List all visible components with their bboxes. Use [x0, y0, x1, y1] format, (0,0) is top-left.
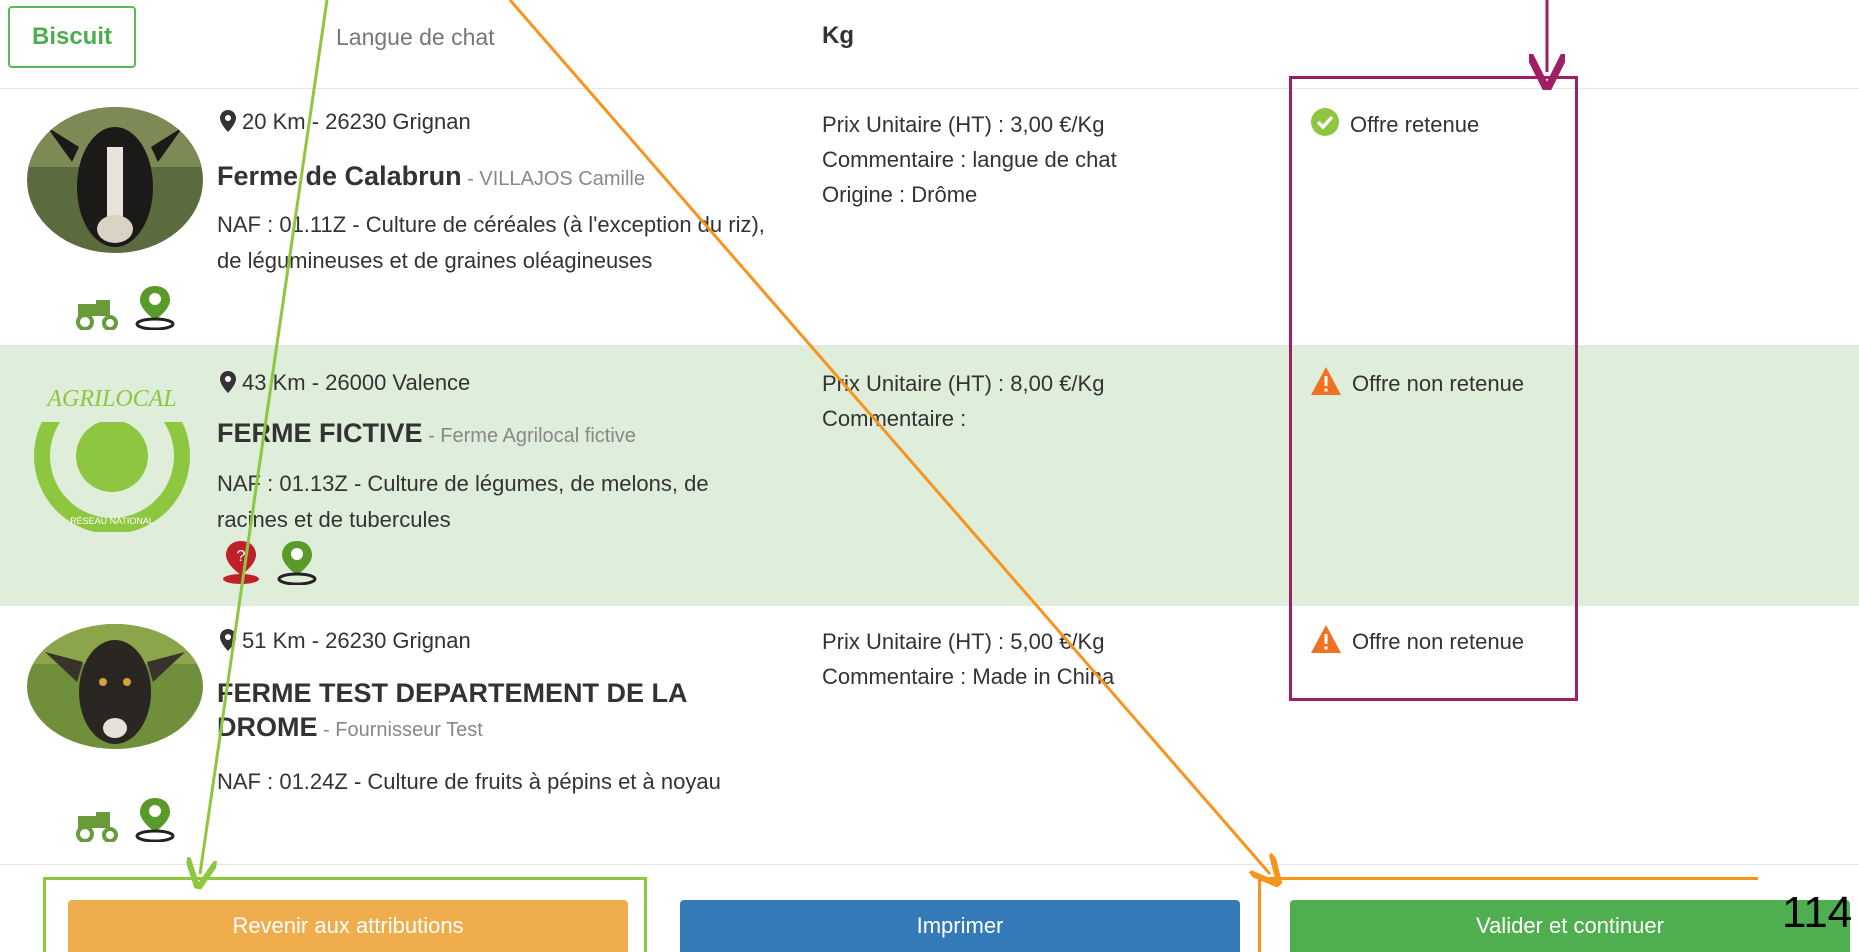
- map-pin-person-icon: [132, 796, 178, 847]
- offer-row: AGRILOCAL RÉSEAU NATIONAL ? 43 Km - 2600…: [0, 346, 1859, 606]
- comment: Commentaire : Made in China: [822, 664, 1115, 689]
- unit-label: Kg: [822, 22, 854, 49]
- farm-name[interactable]: Ferme de Calabrun - VILLAJOS Camille: [217, 161, 645, 192]
- annotation-box-back: [43, 877, 647, 952]
- svg-text:?: ?: [237, 548, 246, 565]
- location-pin-icon: [220, 110, 236, 138]
- offer-details: Prix Unitaire (HT) : 3,00 €/Kg Commentai…: [822, 107, 1117, 212]
- question-person-icon: ?: [218, 539, 264, 590]
- farm-name[interactable]: FERME TEST DEPARTEMENT DE LA DROME - Fou…: [217, 676, 777, 747]
- supplier-badges: [74, 284, 178, 335]
- tractor-icon: [74, 810, 122, 847]
- distance-location: 20 Km - 26230 Grignan: [220, 109, 471, 138]
- naf-description: NAF : 01.13Z - Culture de légumes, de me…: [217, 471, 709, 532]
- location-pin-icon: [220, 629, 236, 657]
- comment: Commentaire :: [822, 406, 967, 431]
- map-pin-person-icon: [132, 284, 178, 335]
- supplier-avatar: [27, 107, 203, 253]
- supplier-avatar: [27, 624, 203, 749]
- unit-price: Prix Unitaire (HT) : 8,00 €/Kg: [822, 371, 1105, 396]
- naf-description: NAF : 01.24Z - Culture de fruits à pépin…: [217, 769, 721, 794]
- offer-row: 51 Km - 26230 Grignan FERME TEST DEPARTE…: [0, 606, 1859, 865]
- unit-price: Prix Unitaire (HT) : 3,00 €/Kg: [822, 112, 1105, 137]
- offer-details: Prix Unitaire (HT) : 5,00 €/Kg Commentai…: [822, 624, 1114, 694]
- farm-name[interactable]: FERME FICTIVE - Ferme Agrilocal fictive: [217, 418, 636, 449]
- product-category-badge[interactable]: Biscuit: [8, 6, 136, 68]
- product-header-row: Biscuit Langue de chat Kg: [0, 0, 1859, 89]
- unit-price: Prix Unitaire (HT) : 5,00 €/Kg: [822, 629, 1105, 654]
- annotation-box-validate: [1258, 877, 1758, 952]
- distance-location: 43 Km - 26000 Valence: [220, 370, 470, 399]
- distance-location: 51 Km - 26230 Grignan: [220, 628, 471, 657]
- naf-description: NAF : 01.11Z - Culture de céréales (à l'…: [217, 212, 765, 273]
- agrilocal-logo: AGRILOCAL RÉSEAU NATIONAL: [28, 364, 196, 534]
- page-number: 114: [1782, 888, 1853, 937]
- supplier-badges: [74, 796, 178, 847]
- product-name: Langue de chat: [336, 24, 495, 50]
- offer-details: Prix Unitaire (HT) : 8,00 €/Kg Commentai…: [822, 366, 1104, 436]
- svg-text:RÉSEAU NATIONAL: RÉSEAU NATIONAL: [70, 516, 154, 526]
- svg-text:AGRILOCAL: AGRILOCAL: [45, 386, 176, 412]
- comment: Commentaire : langue de chat: [822, 147, 1117, 172]
- origin: Origine : Drôme: [822, 182, 978, 207]
- tractor-icon: [74, 298, 122, 335]
- map-pin-person-icon: [274, 539, 320, 590]
- offer-row: 20 Km - 26230 Grignan Ferme de Calabrun …: [0, 89, 1859, 346]
- supplier-badges: ?: [218, 539, 320, 590]
- print-button[interactable]: Imprimer: [680, 900, 1240, 952]
- annotation-box-status: [1289, 76, 1578, 701]
- location-pin-icon: [220, 371, 236, 399]
